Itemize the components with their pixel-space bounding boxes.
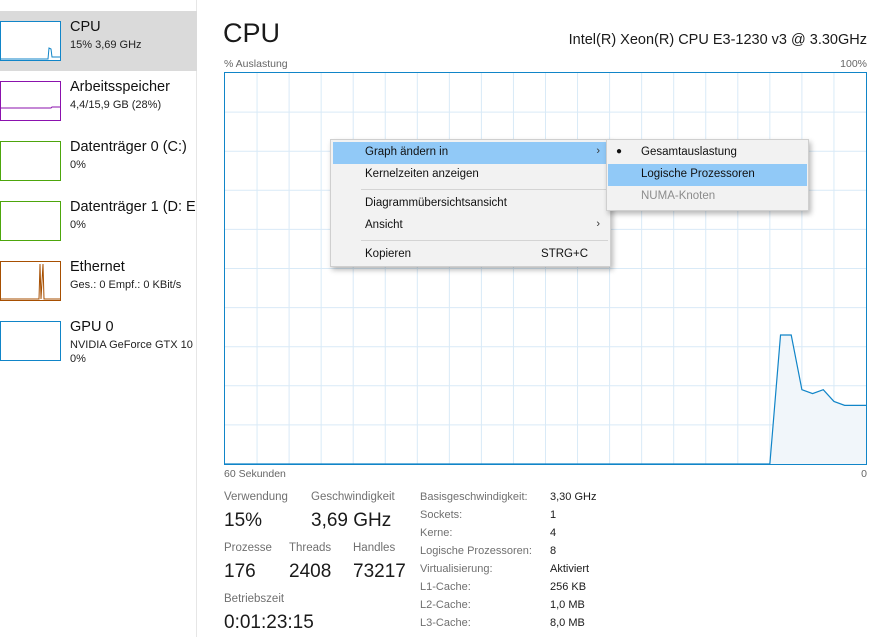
graph-y-max-label: 100% [840, 58, 867, 70]
menu-item-view[interactable]: Ansicht › [333, 215, 608, 237]
spec-value: 3,30 GHz [550, 491, 597, 503]
spec-value: 4 [550, 527, 557, 539]
sidebar-item-subtitle: 4,4/15,9 GB (28%) [70, 99, 162, 111]
context-menu: Graph ändern in › Kernelzeiten anzeigen … [330, 139, 611, 267]
spec-label: L2-Cache: [420, 599, 471, 611]
spec-value: 8,0 MB [550, 617, 585, 629]
sidebar-item-gpu[interactable]: GPU 0 NVIDIA GeForce GTX 10 0% [0, 311, 197, 377]
spec-label: L3-Cache: [420, 617, 471, 629]
threads-label: Threads [289, 542, 332, 554]
sidebar-item-subtitle: Ges.: 0 Empf.: 0 KBit/s [70, 279, 182, 291]
uptime-value: 0:01:23:15 [224, 612, 314, 633]
handles-value: 73217 [353, 561, 406, 582]
sidebar-item-disk-1[interactable]: Datenträger 1 (D: E 0% [0, 191, 197, 251]
ethernet-mini-graph [0, 261, 61, 301]
cpu-mini-graph [0, 21, 61, 61]
processes-value: 176 [224, 561, 256, 582]
disk-0-mini-graph [0, 141, 61, 181]
menu-item-change-graph[interactable]: Graph ändern in › [333, 142, 608, 164]
speed-value: 3,69 GHz [311, 510, 392, 531]
spec-value: 1,0 MB [550, 599, 585, 611]
spec-value: 8 [550, 545, 557, 557]
submenu-item-label: NUMA-Knoten [641, 190, 716, 202]
cpu-usage-graph[interactable] [224, 72, 867, 465]
menu-item-label: Diagrammübersichtsansicht [365, 197, 507, 209]
page-title: CPU [223, 18, 281, 48]
gpu-mini-graph [0, 321, 61, 361]
sidebar-item-cpu[interactable]: CPU 15% 3,69 GHz [0, 11, 197, 71]
disk-1-mini-graph [0, 201, 61, 241]
sidebar-item-subtitle-2: 0% [70, 353, 86, 365]
handles-label: Handles [353, 542, 396, 554]
change-graph-submenu: ● Gesamtauslastung Logische Prozessoren … [606, 139, 809, 211]
spec-value: 1 [550, 509, 557, 521]
spec-label: Virtualisierung: [420, 563, 493, 575]
usage-value: 15% [224, 510, 263, 531]
processes-label: Prozesse [224, 542, 272, 554]
menu-item-label: Kopieren [365, 248, 412, 260]
spec-label: Logische Prozessoren: [420, 545, 532, 557]
spec-label: L1-Cache: [420, 581, 471, 593]
submenu-item-overall-utilization[interactable]: ● Gesamtauslastung [608, 142, 807, 164]
sidebar-item-subtitle: 0% [70, 159, 86, 171]
spec-value: 256 KB [550, 581, 587, 593]
submenu-arrow-icon: › [596, 145, 600, 157]
submenu-item-logical-processors[interactable]: Logische Prozessoren [608, 164, 807, 186]
spec-label: Sockets: [420, 509, 463, 521]
sidebar-item-title: Datenträger 1 (D: E [70, 199, 196, 215]
sidebar-item-title: Arbeitsspeicher [70, 79, 170, 95]
graph-x-axis-label: 60 Sekunden [224, 468, 286, 480]
spec-value: Aktiviert [550, 563, 590, 575]
submenu-arrow-icon: › [596, 218, 600, 230]
cpu-model-name: Intel(R) Xeon(R) CPU E3-1230 v3 @ 3.30GH… [568, 32, 867, 48]
submenu-item-label: Logische Prozessoren [641, 168, 755, 180]
checked-bullet-icon: ● [616, 146, 623, 157]
cpu-usage-chart-svg [225, 73, 866, 464]
menu-item-label: Graph ändern in [365, 146, 449, 158]
uptime-label: Betriebszeit [224, 593, 285, 605]
menu-item-copy[interactable]: Kopieren STRG+C [333, 244, 608, 266]
spec-label: Kerne: [420, 527, 453, 539]
sidebar-item-title: Ethernet [70, 259, 125, 275]
sidebar-item-title: CPU [70, 19, 101, 35]
menu-separator [361, 240, 608, 241]
submenu-item-label: Gesamtauslastung [641, 146, 737, 158]
threads-value: 2408 [289, 561, 332, 582]
graph-x-min-label: 0 [861, 468, 867, 480]
sidebar-item-subtitle: 0% [70, 219, 86, 231]
speed-label: Geschwindigkeit [311, 491, 395, 503]
menu-item-kernel-times[interactable]: Kernelzeiten anzeigen [333, 164, 608, 186]
sidebar: CPU 15% 3,69 GHz Arbeitsspeicher 4,4/15,… [0, 0, 197, 637]
menu-separator [361, 189, 608, 190]
sidebar-item-memory[interactable]: Arbeitsspeicher 4,4/15,9 GB (28%) [0, 71, 197, 131]
memory-mini-graph [0, 81, 61, 121]
sidebar-item-disk-0[interactable]: Datenträger 0 (C:) 0% [0, 131, 197, 191]
sidebar-item-title: GPU 0 [70, 319, 114, 335]
menu-item-summary-view[interactable]: Diagrammübersichtsansicht [333, 193, 608, 215]
submenu-item-numa-nodes: NUMA-Knoten [608, 186, 807, 208]
menu-item-label: Ansicht [365, 219, 403, 231]
menu-item-shortcut: STRG+C [541, 248, 588, 260]
sidebar-item-ethernet[interactable]: Ethernet Ges.: 0 Empf.: 0 KBit/s [0, 251, 197, 311]
spec-label: Basisgeschwindigkeit: [420, 491, 528, 503]
sidebar-item-subtitle: NVIDIA GeForce GTX 10 [70, 339, 193, 351]
sidebar-item-subtitle: 15% 3,69 GHz [70, 39, 142, 51]
sidebar-item-title: Datenträger 0 (C:) [70, 139, 187, 155]
graph-y-axis-label: % Auslastung [224, 58, 288, 70]
menu-item-label: Kernelzeiten anzeigen [365, 168, 479, 180]
usage-label: Verwendung [224, 491, 288, 503]
